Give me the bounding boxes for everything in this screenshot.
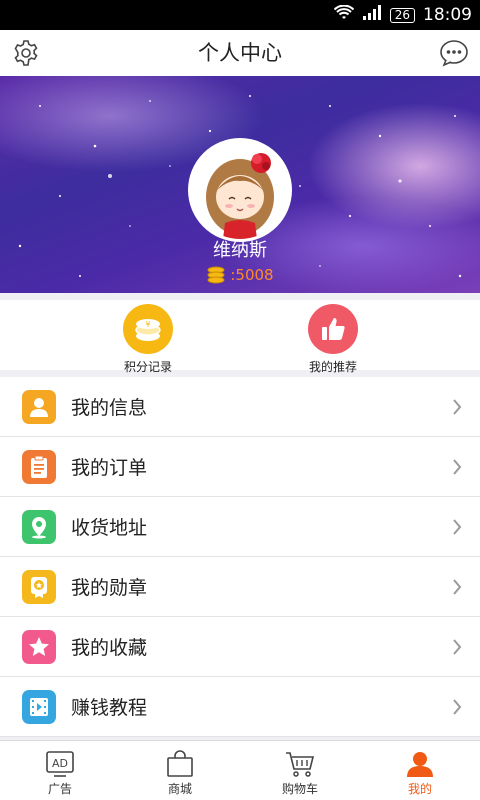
coins-icon: ¥ — [123, 304, 173, 354]
menu-item-label: 赚钱教程 — [71, 697, 148, 719]
my-recommendations-button[interactable]: 我的推荐 — [273, 304, 393, 375]
menu-item-label: 我的勋章 — [71, 577, 148, 599]
page-title: 个人中心 — [198, 41, 282, 65]
messages-button[interactable] — [439, 38, 469, 68]
menu-item-my-orders[interactable]: 我的订单 — [0, 437, 480, 497]
nav-cart[interactable]: 购物车 — [240, 741, 360, 800]
medal-icon — [22, 569, 56, 604]
chat-bubble-icon — [440, 40, 468, 67]
points-record-button[interactable]: ¥ 积分记录 — [88, 304, 208, 375]
ad-icon: AD — [46, 751, 74, 777]
coins-icon — [207, 266, 225, 284]
nav-ads[interactable]: AD 广告 — [0, 741, 120, 800]
clipboard-icon — [22, 449, 56, 484]
chevron-right-icon — [453, 399, 462, 415]
nav-mine[interactable]: 我的 — [360, 741, 480, 800]
menu-item-shipping-address[interactable]: 收货地址 — [0, 497, 480, 557]
chevron-right-icon — [453, 519, 462, 535]
wifi-icon — [333, 4, 354, 25]
status-bar: 26 18:09 — [0, 0, 480, 30]
quick-actions: ¥ 积分记录 我的推荐 — [0, 300, 480, 374]
video-icon — [22, 689, 56, 724]
bottom-navigation: AD 广告 商城 购物车 我的 — [0, 740, 480, 800]
points-value: :5008 — [230, 266, 274, 284]
menu-item-my-favorites[interactable]: 我的收藏 — [0, 617, 480, 677]
title-bar: 个人中心 — [0, 30, 480, 76]
username: 维纳斯 — [213, 240, 267, 261]
chevron-right-icon — [453, 639, 462, 655]
menu-item-my-info[interactable]: 我的信息 — [0, 377, 480, 437]
user-icon — [407, 752, 433, 777]
avatar[interactable] — [188, 138, 292, 242]
nav-label: 商城 — [167, 782, 192, 796]
menu-item-my-medals[interactable]: 我的勋章 — [0, 557, 480, 617]
svg-text:¥: ¥ — [145, 320, 150, 329]
chevron-right-icon — [453, 699, 462, 715]
signal-icon — [362, 5, 382, 25]
menu-item-label: 我的信息 — [71, 397, 148, 419]
clock: 18:09 — [423, 5, 472, 25]
battery-indicator: 26 — [389, 7, 415, 23]
menu-item-label: 我的订单 — [71, 457, 148, 479]
menu-item-label: 我的收藏 — [71, 637, 148, 659]
chevron-right-icon — [453, 579, 462, 595]
points-balance: :5008 — [0, 266, 480, 284]
user-icon — [22, 389, 56, 424]
svg-text:AD: AD — [52, 757, 68, 770]
location-pin-icon — [22, 509, 56, 544]
chevron-right-icon — [453, 459, 462, 475]
shopping-bag-icon — [167, 750, 193, 777]
thumbs-up-icon — [308, 304, 358, 354]
my-recommendations-label: 我的推荐 — [308, 360, 357, 374]
avatar-image — [191, 141, 289, 239]
nav-label: 广告 — [47, 782, 72, 796]
nav-label: 购物车 — [281, 782, 318, 796]
nav-label: 我的 — [407, 782, 432, 796]
star-icon — [22, 629, 56, 664]
menu-list: 我的信息 我的订单 收货地址 我的勋章 我的收藏 赚钱教程 — [0, 377, 480, 737]
menu-item-earning-tutorial[interactable]: 赚钱教程 — [0, 677, 480, 737]
nav-mall[interactable]: 商城 — [120, 741, 240, 800]
points-record-label: 积分记录 — [123, 360, 172, 374]
menu-item-label: 收货地址 — [71, 517, 148, 539]
cart-icon — [286, 752, 315, 777]
